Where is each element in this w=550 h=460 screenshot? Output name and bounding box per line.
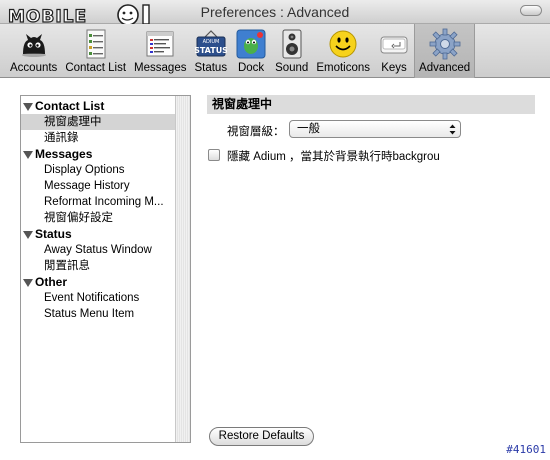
disclosure-triangle-icon[interactable] [23, 151, 33, 159]
category-list: Contact List 視窗處理中 通訊錄 Messages Display … [21, 98, 175, 322]
sidebar-item-window-handling[interactable]: 視窗處理中 [21, 114, 175, 130]
hide-in-background-checkbox[interactable] [208, 149, 220, 161]
sidebar-item-away-status-window[interactable]: Away Status Window [21, 242, 175, 258]
toolbar-dock-label: Dock [237, 62, 265, 74]
emoticons-icon [329, 30, 357, 58]
toolbar-status-label: Status [194, 62, 228, 74]
sidebar-group-messages[interactable]: Messages [21, 146, 175, 162]
advanced-panel: 視窗處理中 視窗層級： 一般 隱藏 Adium ，當其於背景執行時backgro… [207, 95, 535, 163]
toolbar-accounts[interactable]: Accounts [6, 24, 61, 78]
toolbar-toggle-button[interactable] [520, 5, 542, 16]
sidebar-scrollbar[interactable] [175, 96, 190, 442]
toolbar-dock[interactable]: Dock [231, 24, 271, 78]
sidebar-item-address-book[interactable]: 通訊錄 [21, 130, 175, 146]
panel-title: 視窗處理中 [207, 95, 535, 114]
sidebar-item-message-history[interactable]: Message History [21, 178, 175, 194]
category-sidebar[interactable]: Contact List 視窗處理中 通訊錄 Messages Display … [20, 95, 191, 443]
toolbar-advanced-label: Advanced [419, 62, 471, 74]
sidebar-group-label: Status [35, 227, 72, 241]
restore-defaults-button[interactable]: Restore Defaults [209, 427, 314, 446]
toolbar-emoticons[interactable]: Emoticons [312, 24, 374, 78]
disclosure-triangle-icon[interactable] [23, 279, 33, 287]
window-level-row: 視窗層級： 一般 [207, 120, 535, 140]
sidebar-group-other[interactable]: Other [21, 274, 175, 290]
preferences-toolbar: Accounts Contact List Messages ADIUM STA… [0, 24, 550, 78]
sidebar-item-status-menu-item[interactable]: Status Menu Item [21, 306, 175, 322]
sound-icon [282, 29, 302, 59]
toolbar-emoticons-label: Emoticons [316, 62, 371, 74]
toolbar-keys-label: Keys [381, 62, 407, 74]
sidebar-group-label: Contact List [35, 99, 105, 113]
keys-icon [380, 36, 408, 54]
toolbar-contact-list-label: Contact List [65, 62, 127, 74]
toolbar-messages[interactable]: Messages [130, 24, 190, 78]
disclosure-triangle-icon[interactable] [23, 103, 33, 111]
title-bar: MOBILE Preferences : Advanced [0, 0, 550, 28]
window-level-label: 視窗層級： [227, 126, 285, 138]
popup-arrows-icon [449, 124, 456, 135]
sidebar-item-window-preferences[interactable]: 視窗偏好設定 [21, 210, 175, 226]
contact-list-icon [86, 29, 106, 59]
watermark-id: #41601 [506, 443, 546, 456]
toolbar-sound[interactable]: Sound [271, 24, 312, 78]
sidebar-group-contact-list[interactable]: Contact List [21, 98, 175, 114]
svg-text:STATUS: STATUS [195, 46, 227, 55]
toolbar-contact-list[interactable]: Contact List [61, 24, 130, 78]
window-title: Preferences : Advanced [200, 4, 350, 20]
toolbar-keys[interactable]: Keys [374, 24, 414, 78]
preferences-content: Contact List 視窗處理中 通訊錄 Messages Display … [0, 79, 550, 460]
sidebar-group-label: Messages [35, 147, 93, 161]
messages-icon [146, 31, 174, 57]
accounts-icon [21, 34, 46, 57]
sidebar-group-status[interactable]: Status [21, 226, 175, 242]
sidebar-item-reformat-incoming[interactable]: Reformat Incoming M... [21, 194, 175, 210]
hide-in-background-label[interactable]: 隱藏 Adium ，當其於背景執行時backgrou [227, 148, 440, 163]
svg-text:ADIUM: ADIUM [202, 39, 219, 45]
toolbar-status[interactable]: ADIUM STATUS Status [190, 24, 231, 78]
toolbar-sound-label: Sound [275, 62, 309, 74]
disclosure-triangle-icon[interactable] [23, 231, 33, 239]
sidebar-item-display-options[interactable]: Display Options [21, 162, 175, 178]
toolbar-accounts-label: Accounts [10, 62, 58, 74]
toolbar-advanced[interactable]: Advanced [414, 24, 476, 78]
status-icon: ADIUM STATUS [195, 30, 227, 57]
toolbar-messages-label: Messages [134, 62, 187, 74]
window-level-popup[interactable]: 一般 [289, 120, 461, 138]
window-level-value: 一般 [297, 123, 320, 135]
dock-icon [236, 29, 266, 59]
sidebar-item-idle-message[interactable]: 閒置訊息 [21, 258, 175, 274]
advanced-icon [429, 28, 461, 60]
sidebar-group-label: Other [35, 275, 68, 289]
sidebar-item-event-notifications[interactable]: Event Notifications [21, 290, 175, 306]
hide-in-background-row: 隱藏 Adium ，當其於背景執行時backgrou [207, 147, 535, 163]
